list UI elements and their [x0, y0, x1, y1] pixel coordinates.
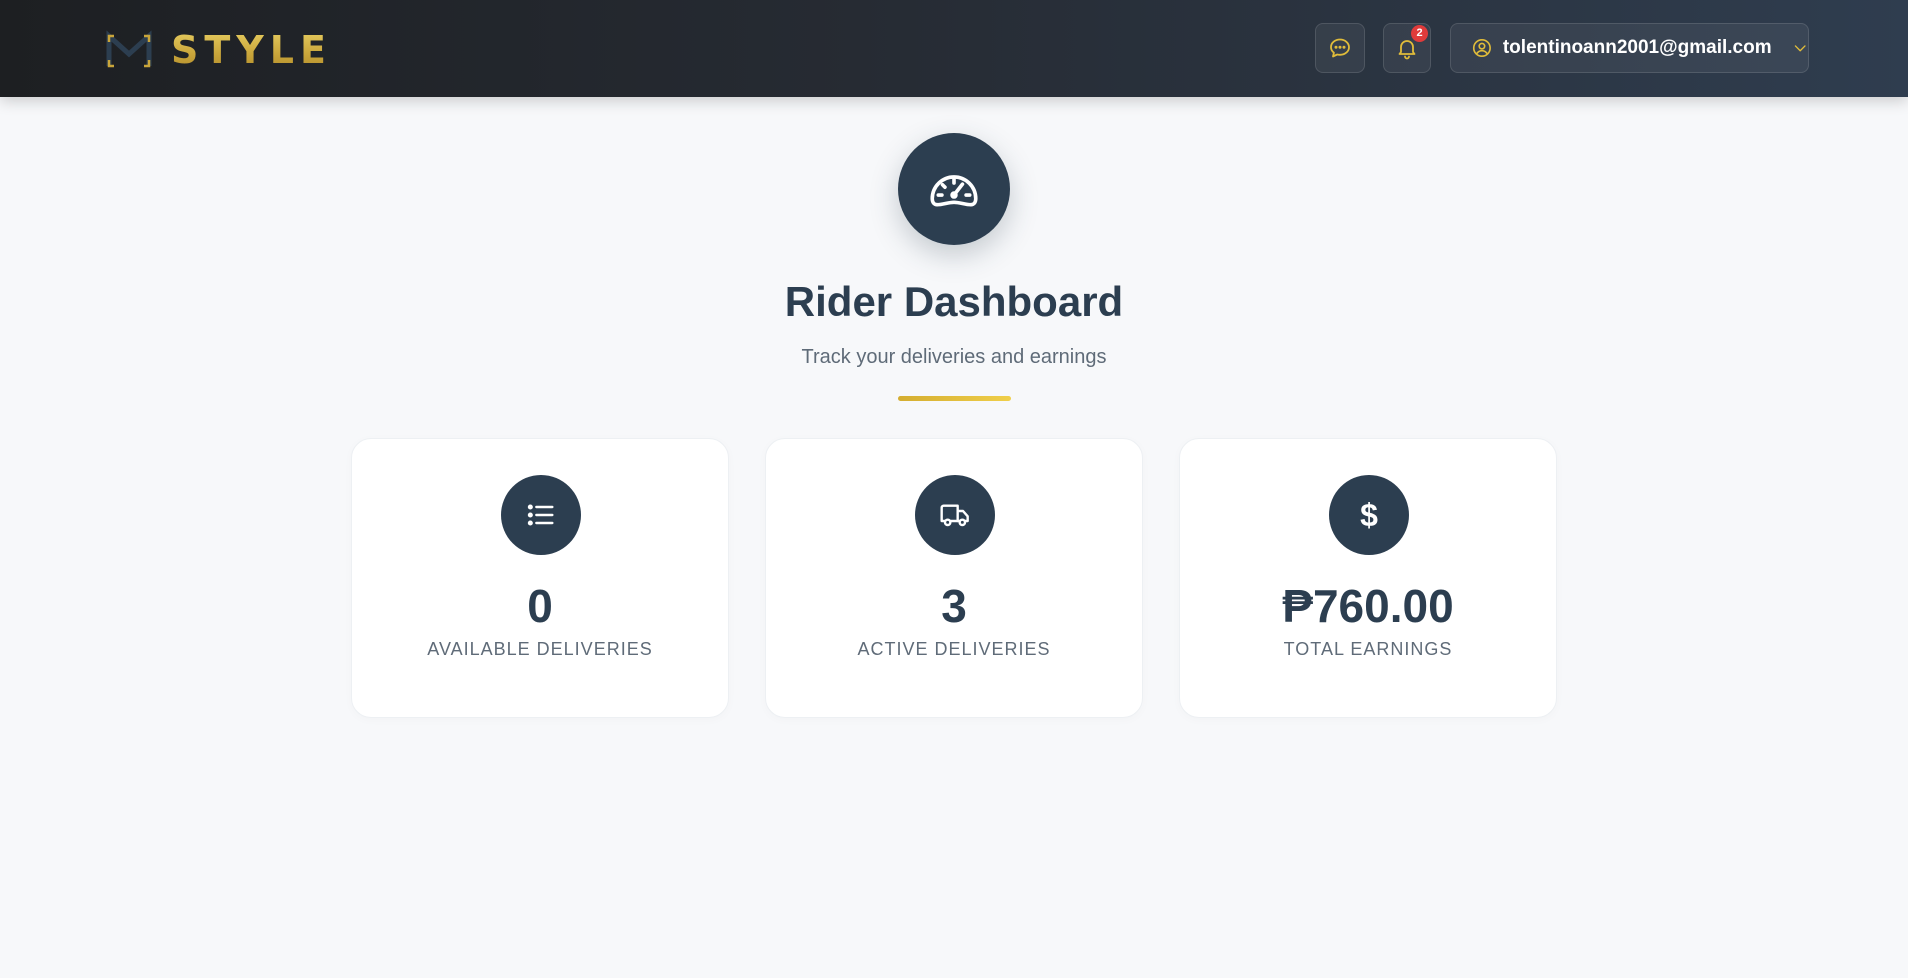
m-logo-icon: [106, 30, 152, 68]
stat-label: ACTIVE DELIVERIES: [857, 639, 1051, 659]
user-circle-icon: [1472, 38, 1491, 58]
brand-name: STYLE: [171, 28, 332, 72]
stat-value: ₱760.00: [1282, 580, 1454, 632]
total-earnings-card: $ ₱760.00 TOTAL EARNINGS: [1179, 438, 1557, 718]
speedometer-icon: [930, 175, 978, 207]
user-menu-dropdown[interactable]: tolentinoann2001@gmail.com: [1450, 23, 1809, 73]
available-deliveries-card: 0 AVAILABLE DELIVERIES: [351, 438, 729, 718]
stat-value: 0: [527, 580, 553, 632]
stat-label: AVAILABLE DELIVERIES: [427, 639, 653, 659]
card-icon-badge: [501, 475, 581, 555]
title-accent-divider: [898, 396, 1011, 401]
truck-icon: [940, 504, 969, 527]
top-navbar: STYLE 2 tolentinoann2001@gmail.com: [0, 0, 1908, 97]
card-icon-badge: $: [1329, 475, 1409, 555]
list-icon: [527, 504, 554, 526]
stat-value: 3: [941, 580, 967, 632]
page-title: Rider Dashboard: [784, 278, 1124, 325]
user-email: tolentinoann2001@gmail.com: [1502, 37, 1772, 58]
notifications-button[interactable]: 2: [1383, 23, 1431, 73]
notification-count-badge: 2: [1411, 25, 1428, 42]
messages-button[interactable]: [1315, 23, 1365, 73]
active-deliveries-card: 3 ACTIVE DELIVERIES: [765, 438, 1143, 718]
chat-bubble-icon: [1330, 38, 1350, 58]
dollar-icon: $: [1360, 496, 1378, 533]
stat-label: TOTAL EARNINGS: [1283, 639, 1453, 659]
dashboard-hero-badge: [898, 133, 1010, 245]
chevron-down-icon: [1794, 45, 1806, 52]
brand-logo-link[interactable]: STYLE: [105, 28, 332, 72]
page-subtitle: Track your deliveries and earnings: [801, 346, 1107, 368]
card-icon-badge: [915, 475, 995, 555]
